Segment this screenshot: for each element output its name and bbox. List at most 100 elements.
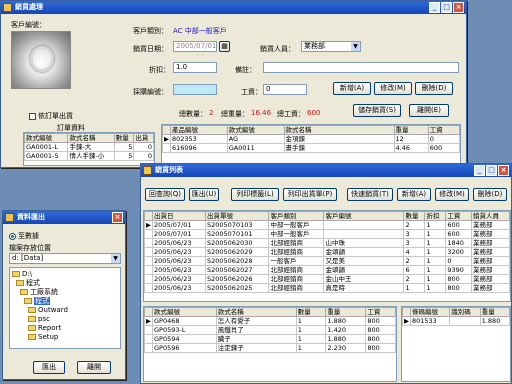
tree-node[interactable]: Report (12, 324, 118, 333)
table-row[interactable]: ▶ 2005/07/01 S2005070103 中部一般客戶 2 1 600 業務部 (144, 220, 510, 230)
tree-label: D:\ (22, 270, 33, 278)
table-cell: 業務部 (470, 220, 510, 230)
tree-node-selected[interactable]: 程式 (12, 297, 118, 306)
table-cell: 800 (445, 274, 472, 284)
table-row[interactable]: 2005/06/23 S2005062030 北部經銷商 山中珠 3 1 1840 業務部 (144, 238, 510, 248)
table-header[interactable]: 客戶編號 (323, 211, 405, 221)
table-header[interactable]: 重量 (479, 307, 510, 317)
table-header[interactable]: 工資 (365, 307, 396, 317)
table-header[interactable]: 款式名稱 (283, 125, 395, 135)
checkbox-icon[interactable] (29, 112, 36, 120)
tree-node[interactable]: psc (12, 315, 118, 324)
order-only-checkbox[interactable]: 依訂單出貨 (29, 111, 73, 121)
table-header[interactable]: 銷貨人員 (470, 211, 510, 221)
export-confirm-button[interactable]: 匯出 (33, 361, 65, 374)
folder-tree[interactable]: D:\ 程式 工廠系統 程式 Outward psc Report Setup (9, 267, 121, 349)
table-header[interactable]: 款式名稱 (67, 133, 115, 143)
tree-label: 程式 (34, 297, 50, 305)
table-header[interactable]: 客戶類別 (268, 211, 325, 221)
table-header[interactable]: 出貨日 (152, 211, 206, 221)
table-row[interactable]: GP0593-L 風鐵肖了 1 1.420 800 (144, 325, 396, 335)
table-header[interactable]: 數量 (295, 307, 327, 317)
table-header[interactable]: 款式編號 (24, 133, 69, 143)
table-row[interactable]: GA0001-S 情人手鍊-小 5 0 (24, 151, 154, 161)
discount-input[interactable]: 1.0 (173, 62, 217, 73)
table-header[interactable]: 產品編號 (170, 125, 228, 135)
to-data-radio[interactable]: 至數據 (9, 231, 39, 241)
tree-node[interactable]: D:\ (12, 270, 118, 279)
remark-input[interactable] (263, 62, 459, 73)
save-sales-button[interactable]: 儲存銷貨(S) (353, 104, 401, 117)
tree-node[interactable]: 工廠系統 (12, 288, 118, 297)
table-row[interactable]: ▶ 802353 AG 金項鍊 12 0 (162, 134, 460, 144)
table-cell: GA0001-S (24, 151, 69, 161)
order-header-row: 款式編號 款式名稱 數量 出貨 (24, 133, 154, 143)
table-header[interactable]: 重量 (325, 307, 367, 317)
table-cell: 北部經銷商 (268, 238, 325, 248)
table-header[interactable]: 款式編號 (226, 125, 285, 135)
close-button[interactable]: × (112, 212, 123, 223)
sales-process-title: 銷貨處理 (15, 3, 43, 11)
table-header[interactable]: 數量 (113, 133, 135, 143)
table-row[interactable]: 2005/06/23 S2005062027 北部經銷商 金頌韻 6 1 9390 業務部 (144, 265, 510, 275)
table-row[interactable]: ▶ GP0468 怎人有愛子 1 1.880 800 (144, 316, 396, 326)
leave-button[interactable]: 離開(E) (409, 104, 449, 117)
discount-label: 折扣： (149, 66, 170, 74)
table-cell: 6 (403, 265, 426, 275)
close-button[interactable]: × (498, 165, 509, 176)
table-row[interactable]: 2005/07/01 S2005070101 中部一般客戶 3 1 600 業務部 (144, 229, 510, 239)
table-header[interactable]: 條碼編號 (409, 307, 451, 317)
radio-icon[interactable] (9, 232, 16, 240)
close-button[interactable]: × (453, 2, 464, 13)
drive-select[interactable]: d: [Data] (9, 253, 121, 264)
chevron-down-icon[interactable]: ▼ (111, 254, 120, 263)
table-row[interactable]: 2005/06/23 S2005062029 北部經銷商 金頌韻 4 1 3200 業務部 (144, 247, 510, 257)
table-header[interactable]: 數量 (403, 211, 426, 221)
table-cell: S2005062028 (204, 256, 270, 266)
table-header[interactable]: 款式名稱 (215, 307, 297, 317)
maximize-button[interactable]: □ (486, 165, 497, 176)
export-button[interactable]: 匯出(U) (189, 188, 219, 201)
table-header[interactable]: 折扣 (424, 211, 447, 221)
table-header[interactable]: 重量 (393, 125, 429, 135)
labor-input[interactable]: 0 (263, 84, 307, 95)
table-row[interactable]: 2005/06/23 S2005062025 北部經銷商 真是時 1 1 800 業務部 (144, 283, 510, 293)
table-row[interactable]: 2005/06/23 S2005062028 一般客戶 又是美 2 1 0 業務部 (144, 256, 510, 266)
delete-button[interactable]: 刪除(D) (473, 188, 507, 201)
table-header[interactable]: 出貨單號 (204, 211, 270, 221)
style-code-input[interactable] (173, 84, 217, 95)
print-label-button[interactable]: 列印標籤(L) (231, 188, 279, 201)
table-cell: 1.880 (325, 334, 367, 344)
table-row[interactable]: 616096 GA0011 畫手鍊 4.46 600 (162, 143, 460, 153)
sales-date-input[interactable]: 2005/07/01 (173, 41, 217, 52)
delete-item-button[interactable]: 刪除(D) (415, 82, 453, 95)
table-row[interactable]: 2005/06/23 S2005062026 北部經銷商 金山中王 2 1 800 業務部 (144, 274, 510, 284)
table-header[interactable]: 款式編號 (152, 307, 217, 317)
quick-sales-button[interactable]: 快速銷貨(T) (347, 188, 393, 201)
edit-button[interactable]: 修改(M) (435, 188, 469, 201)
maximize-button[interactable]: □ (441, 2, 452, 13)
tree-node[interactable]: 程式 (12, 279, 118, 288)
chevron-down-icon[interactable]: ▼ (351, 42, 360, 51)
tree-node[interactable]: Setup (12, 333, 118, 342)
edit-item-button[interactable]: 修改(M) (374, 82, 412, 95)
table-header[interactable]: 工資 (427, 125, 460, 135)
table-row[interactable]: GP0594 臟子 1 1.880 800 (144, 334, 396, 344)
table-row[interactable]: ▶ 801533 1.880 (402, 316, 510, 326)
tree-node[interactable]: Outward (12, 306, 118, 315)
table-cell: 1 (295, 316, 327, 326)
table-header[interactable]: 出貨 (133, 133, 154, 143)
table-row[interactable]: GP0596 注定鍊子 1 2.230 800 (144, 343, 396, 353)
table-header[interactable]: 識別碼 (449, 307, 481, 317)
new-button[interactable]: 新增(A) (397, 188, 431, 201)
print-shipping-button[interactable]: 列印出貨單(P) (283, 188, 337, 201)
export-leave-button[interactable]: 離開 (77, 361, 111, 374)
minimize-button[interactable]: _ (474, 165, 485, 176)
table-row[interactable]: GA0001-L 手鍊-大 5 0 (24, 142, 154, 152)
back-query-button[interactable]: 回查詢(Q) (145, 188, 185, 201)
table-header[interactable]: 工資 (445, 211, 472, 221)
minimize-button[interactable]: _ (429, 2, 440, 13)
new-item-button[interactable]: 新增(A) (333, 82, 371, 95)
calendar-button[interactable]: ▦ (219, 41, 230, 52)
tree-label: psc (38, 315, 50, 323)
